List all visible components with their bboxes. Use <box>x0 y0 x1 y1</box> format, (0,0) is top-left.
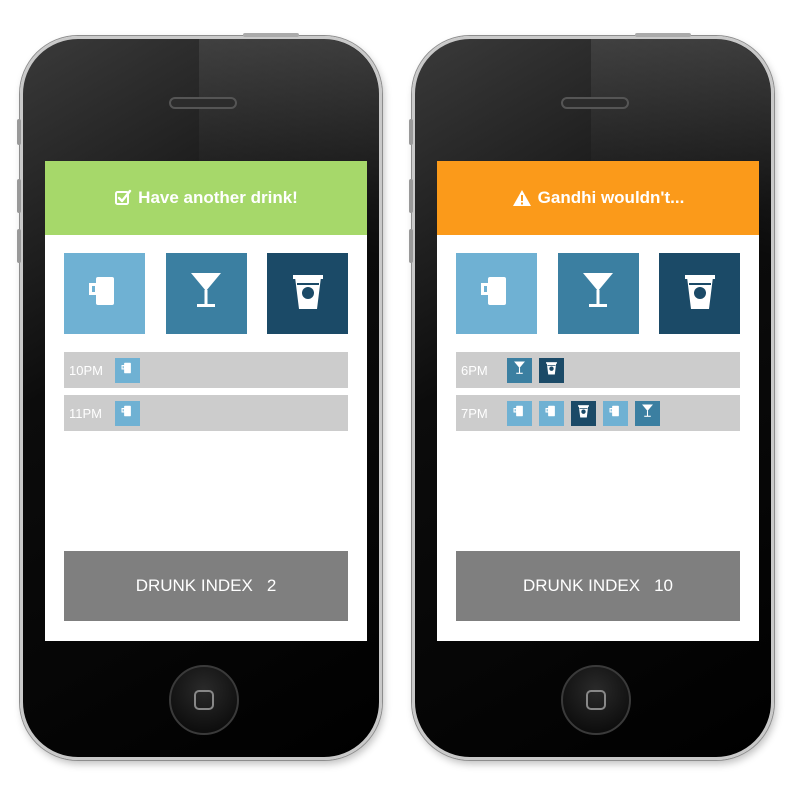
add-cocktail-button[interactable] <box>165 253 247 334</box>
home-button[interactable] <box>169 665 239 735</box>
log-row: 11PM <box>64 395 348 431</box>
log-drink-shot[interactable] <box>539 357 564 383</box>
cocktail-glass-icon <box>640 403 655 424</box>
beer-mug-icon <box>608 404 623 423</box>
earpiece-speaker <box>561 97 629 109</box>
log-drink-shot[interactable] <box>571 400 596 426</box>
status-banner: Have another drink! <box>45 161 367 235</box>
mute-switch <box>17 119 21 145</box>
warning-icon <box>512 189 532 207</box>
beer-mug-icon <box>120 361 135 380</box>
drink-type-tiles <box>45 235 367 334</box>
log-row-time: 11PM <box>69 405 102 421</box>
beer-mug-icon <box>512 404 527 423</box>
shot-cup-icon <box>288 269 328 318</box>
log-row-time: 10PM <box>69 362 103 378</box>
drunk-index-bar[interactable]: DRUNK INDEX 2 <box>64 551 348 621</box>
cocktail-glass-icon <box>578 269 618 318</box>
status-banner-text: Have another drink! <box>138 188 298 207</box>
beer-mug-icon <box>120 404 135 423</box>
power-button <box>635 33 691 37</box>
add-shot-button[interactable] <box>267 253 348 334</box>
phone-left: Have another drink! 10PM 11PM DRUNK INDE… <box>17 33 382 760</box>
beer-mug-icon <box>85 273 125 314</box>
add-beer-button[interactable] <box>64 253 145 334</box>
cocktail-glass-icon <box>512 360 527 381</box>
shot-cup-icon <box>680 269 720 318</box>
drink-log: 10PM 11PM <box>45 334 367 431</box>
drunk-index-bar[interactable]: DRUNK INDEX 10 <box>456 551 740 621</box>
drink-type-tiles <box>437 235 759 334</box>
cocktail-glass-icon <box>186 269 226 318</box>
drunk-index-label: DRUNK INDEX <box>135 576 253 595</box>
app-screen: Gandhi wouldn't... 6PM 7PM DRUNK INDEX 1… <box>437 161 759 641</box>
drunk-index-value: 10 <box>654 576 674 595</box>
volume-up-button <box>17 179 21 213</box>
add-beer-button[interactable] <box>456 253 537 334</box>
log-drink-beer[interactable] <box>115 357 140 383</box>
beer-mug-icon <box>544 404 559 423</box>
earpiece-speaker <box>169 97 237 109</box>
log-row-time: 6PM <box>461 362 488 378</box>
shot-cup-icon <box>544 360 559 381</box>
log-drink-beer[interactable] <box>115 400 140 426</box>
add-shot-button[interactable] <box>659 253 740 334</box>
log-row-time: 7PM <box>461 405 488 421</box>
log-row: 7PM <box>456 395 740 431</box>
volume-down-button <box>409 229 413 263</box>
volume-up-button <box>409 179 413 213</box>
log-drink-beer[interactable] <box>603 400 628 426</box>
log-drink-beer[interactable] <box>507 400 532 426</box>
log-drink-cocktail[interactable] <box>635 400 660 426</box>
home-button[interactable] <box>561 665 631 735</box>
checkbox-icon <box>114 189 132 207</box>
app-screen: Have another drink! 10PM 11PM DRUNK INDE… <box>45 161 367 641</box>
drink-log: 6PM 7PM <box>437 334 759 431</box>
mute-switch <box>409 119 413 145</box>
beer-mug-icon <box>477 273 517 314</box>
log-row: 10PM <box>64 352 348 388</box>
status-banner: Gandhi wouldn't... <box>437 161 759 235</box>
status-banner-text: Gandhi wouldn't... <box>537 188 685 207</box>
home-square-icon <box>586 690 606 710</box>
shot-cup-icon <box>576 403 591 424</box>
phone-right: Gandhi wouldn't... 6PM 7PM DRUNK INDEX 1… <box>409 33 774 760</box>
home-square-icon <box>194 690 214 710</box>
power-button <box>243 33 299 37</box>
drunk-index-value: 2 <box>266 576 277 595</box>
add-cocktail-button[interactable] <box>557 253 639 334</box>
volume-down-button <box>17 229 21 263</box>
log-drink-cocktail[interactable] <box>507 357 532 383</box>
drunk-index-label: DRUNK INDEX <box>522 576 641 595</box>
log-drink-beer[interactable] <box>539 400 564 426</box>
log-row: 6PM <box>456 352 740 388</box>
